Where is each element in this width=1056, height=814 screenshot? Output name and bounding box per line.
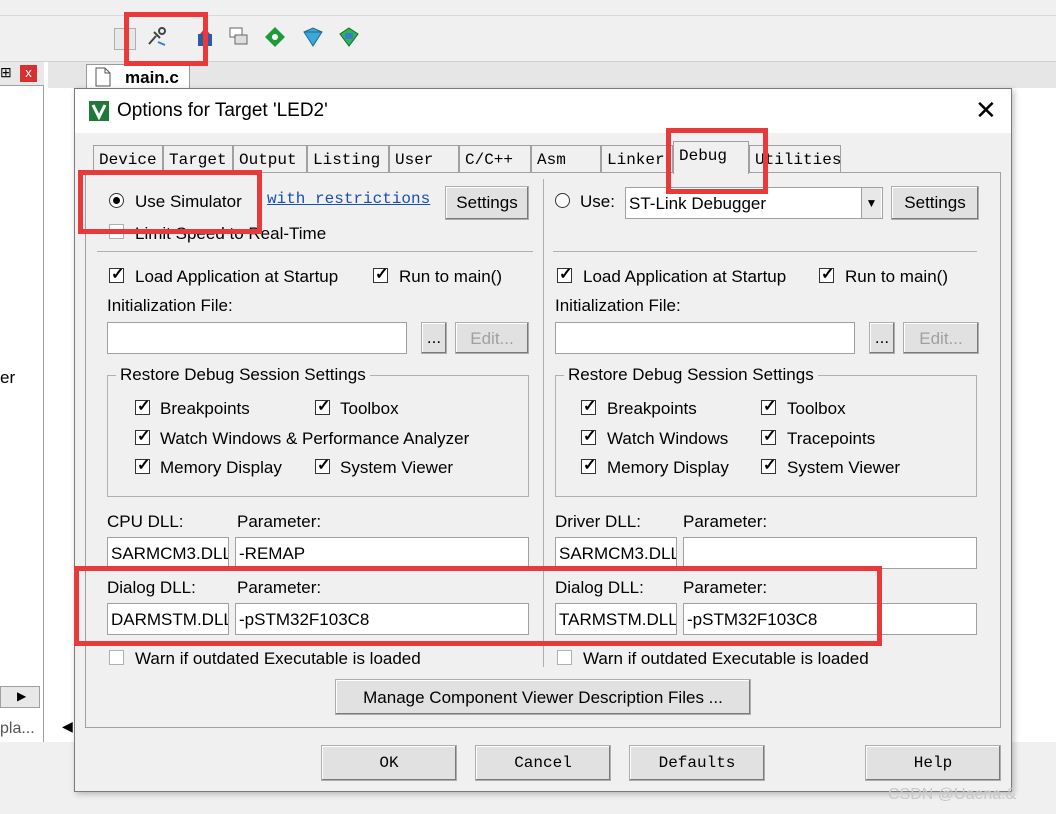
project-pane-tab[interactable]: pla... (0, 720, 35, 738)
browse-button-left[interactable]: ... (421, 322, 447, 354)
highlight-options-icon (124, 12, 208, 66)
tab-debug[interactable]: Debug (673, 141, 749, 174)
browse-button-right[interactable]: ... (869, 322, 895, 354)
defaults-button[interactable]: Defaults (629, 745, 765, 781)
warn-outdated-label-right: Warn if outdated Executable is loaded (583, 649, 869, 668)
watermark: CSDN @Uaena.& (888, 786, 1017, 803)
debugger-settings-button[interactable]: Settings (891, 186, 979, 220)
tab-output[interactable]: Output (233, 145, 307, 173)
driver-dll-label: Driver DLL: (555, 512, 641, 531)
left-top-separator (97, 251, 533, 252)
use-debugger-radio[interactable] (555, 193, 570, 208)
pack-installer-icon[interactable] (338, 26, 360, 48)
init-file-label-left: Initialization File: (107, 296, 233, 315)
file-icon (95, 67, 111, 87)
run-to-main-label-right: Run to main() (845, 267, 948, 286)
tab-asm[interactable]: Asm (531, 145, 601, 173)
system-viewer-checkbox-left[interactable] (315, 455, 330, 475)
edit-button-right[interactable]: Edit... (903, 322, 979, 354)
cpu-param-input[interactable]: -REMAP (235, 537, 529, 569)
restore-group-title-right: Restore Debug Session Settings (564, 365, 818, 385)
watch-windows-label-left: Watch Windows & Performance Analyzer (160, 429, 470, 448)
run-to-main-checkbox-left[interactable] (373, 264, 388, 284)
tracepoints-checkbox-right[interactable] (761, 426, 776, 446)
tab-device[interactable]: Device (93, 145, 163, 173)
tab-c-cpp[interactable]: C/C++ (459, 145, 531, 173)
pin-icon[interactable]: ⊞ (0, 64, 12, 81)
cpu-dll-label: CPU DLL: (107, 512, 184, 531)
pane-close-icon[interactable]: x (20, 65, 37, 82)
load-app-checkbox-left[interactable] (109, 264, 124, 284)
dialog-title: Options for Target 'LED2' (117, 100, 328, 121)
cancel-button[interactable]: Cancel (475, 745, 611, 781)
cpu-dll-input[interactable]: SARMCM3.DLL (107, 537, 229, 569)
load-app-label-right: Load Application at Startup (583, 267, 787, 286)
highlight-dialog-dll (74, 566, 882, 646)
run-to-main-checkbox-right[interactable] (819, 264, 834, 284)
tab-listing[interactable]: Listing (307, 145, 389, 173)
driver-param-input[interactable] (683, 537, 977, 569)
load-app-checkbox-right[interactable] (557, 264, 572, 284)
tab-user[interactable]: User (389, 145, 459, 173)
breakpoints-label-right: Breakpoints (607, 399, 697, 418)
memory-display-label-left: Memory Display (160, 458, 282, 477)
toolbox-checkbox-left[interactable] (315, 396, 330, 416)
editor-tab-main-c[interactable]: main.c (86, 64, 190, 90)
warn-outdated-checkbox-right[interactable] (557, 650, 572, 665)
edit-button-left[interactable]: Edit... (455, 322, 529, 354)
breakpoints-checkbox-right[interactable] (581, 396, 596, 416)
toolbox-label-left: Toolbox (340, 399, 399, 418)
init-file-input-right[interactable] (555, 322, 855, 354)
manage-components-icon[interactable] (264, 26, 286, 48)
help-button[interactable]: Help (865, 745, 1001, 781)
ok-button[interactable]: OK (321, 745, 457, 781)
pane-scrollbar[interactable]: ▶ (0, 686, 40, 708)
toolbox-label-right: Toolbox (787, 399, 846, 418)
close-icon[interactable]: ✕ (975, 95, 997, 126)
chevron-down-icon[interactable]: ▼ (861, 188, 881, 218)
toolbox-checkbox-right[interactable] (761, 396, 776, 416)
system-viewer-label-left: System Viewer (340, 458, 454, 477)
manage-component-viewer-button[interactable]: Manage Component Viewer Description File… (335, 679, 751, 715)
scroll-right-icon[interactable]: ▶ (17, 689, 26, 703)
keil-logo-icon (89, 101, 109, 121)
use-debugger-label[interactable]: Use: (580, 192, 615, 212)
editor-tab-label: main.c (125, 68, 179, 87)
driver-dll-input[interactable]: SARMCM3.DLL (555, 537, 677, 569)
right-top-separator (553, 251, 977, 252)
tab-linker[interactable]: Linker (601, 145, 673, 173)
select-packs-icon[interactable] (302, 26, 324, 48)
tab-target[interactable]: Target (163, 145, 233, 173)
driver-param-label: Parameter: (683, 512, 768, 531)
breakpoints-checkbox-left[interactable] (135, 396, 150, 416)
warn-outdated-checkbox-left[interactable] (109, 650, 124, 665)
tracepoints-label-right: Tracepoints (787, 429, 876, 448)
restore-group-title-left: Restore Debug Session Settings (116, 365, 370, 385)
load-app-label-left: Load Application at Startup (135, 267, 339, 286)
watch-windows-checkbox-left[interactable] (135, 426, 150, 446)
highlight-use-simulator (78, 170, 262, 234)
cpu-param-label: Parameter: (237, 512, 322, 531)
breakpoints-label-left: Breakpoints (160, 399, 250, 418)
project-pane-header: ⊞ x (0, 62, 44, 86)
init-file-label-right: Initialization File: (555, 296, 681, 315)
dialog-titlebar: Options for Target 'LED2' ✕ (75, 89, 1011, 133)
windows-icon[interactable] (228, 26, 250, 48)
scroll-left-icon[interactable]: ◀ (62, 718, 73, 735)
memory-display-checkbox-left[interactable] (135, 455, 150, 475)
memory-display-label-right: Memory Display (607, 458, 729, 477)
simulator-settings-button[interactable]: Settings (445, 186, 529, 220)
watch-windows-label-right: Watch Windows (607, 429, 729, 448)
system-viewer-label-right: System Viewer (787, 458, 901, 477)
warn-outdated-label-left: Warn if outdated Executable is loaded (135, 649, 421, 668)
debugger-select-value: ST-Link Debugger (629, 194, 767, 213)
watch-windows-checkbox-right[interactable] (581, 426, 596, 446)
init-file-input-left[interactable] (107, 322, 407, 354)
run-to-main-label-left: Run to main() (399, 267, 502, 286)
project-pane (0, 62, 44, 742)
with-restrictions-link[interactable]: with restrictions (267, 190, 430, 208)
memory-display-checkbox-right[interactable] (581, 455, 596, 475)
project-pane-text: er (0, 368, 16, 387)
system-viewer-checkbox-right[interactable] (761, 455, 776, 475)
